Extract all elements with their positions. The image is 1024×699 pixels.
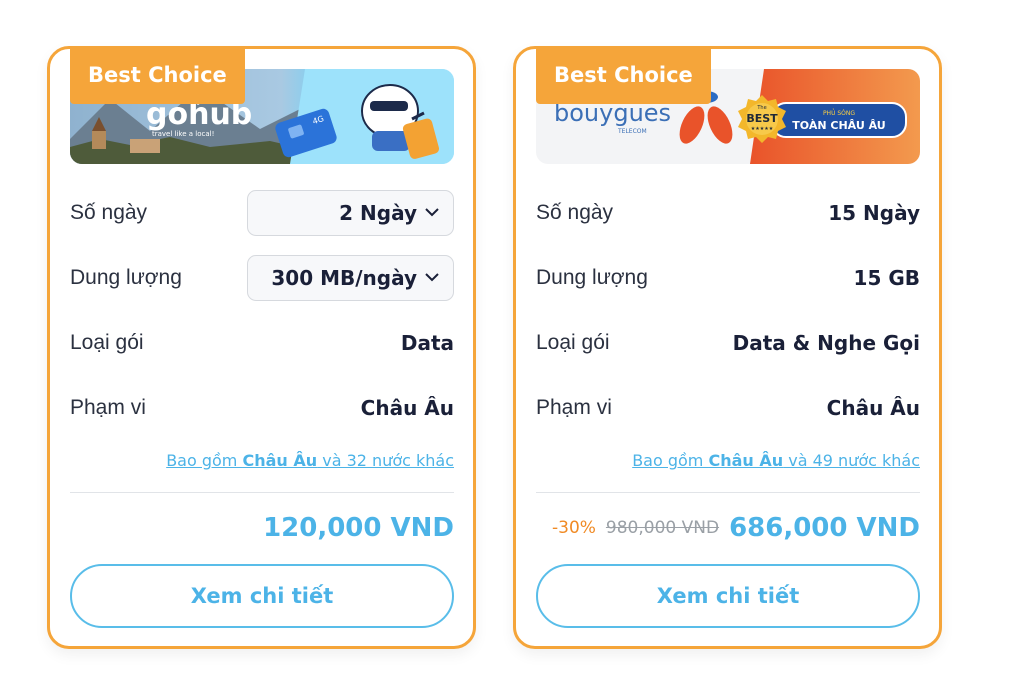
data-volume-label: Dung lượng [536,266,648,289]
product-card-gohub[interactable]: Best Choice 4G gohub travel like a local… [47,46,476,649]
gohub-tagline: travel like a local! [152,130,214,138]
package-type-row: Loại gói Data & Nghe Gọi [536,319,920,367]
product-card-bouygues[interactable]: Best Choice bouygues TELECOM PHỦ SÓNG TO… [513,46,942,649]
data-volume-select[interactable]: 300 MB/ngày [247,255,454,301]
coverage-link[interactable]: Bao gồm Châu Âu và 32 nước khác [70,451,454,470]
coverage-link-prefix: Bao gồm [166,451,243,470]
data-volume-label: Dung lượng [70,266,182,289]
days-label: Số ngày [536,201,614,224]
view-details-button[interactable]: Xem chi tiết [70,564,454,628]
bouygues-logo-sub: TELECOM [617,128,647,135]
data-volume-value: 15 GB [853,266,920,290]
price: 686,000 VND [729,513,920,543]
data-volume-row: Dung lượng 15 GB [536,254,920,302]
discount-badge: -30% [552,518,596,538]
coverage-link-region: Châu Âu [708,451,784,470]
days-label: Số ngày [70,201,148,224]
days-select-value: 2 Ngày [339,201,417,225]
coverage-link[interactable]: Bao gồm Châu Âu và 49 nước khác [536,451,920,470]
price-row: -30% 980,000 VND 686,000 VND [536,507,920,549]
package-type-label: Loại gói [70,331,144,354]
coverage-link-prefix: Bao gồm [632,451,709,470]
coverage-area-value: Châu Âu [360,396,454,420]
seal-stars: ★★★★★ [751,126,774,132]
coverage-link-suffix: và 49 nước khác [783,451,920,470]
days-row: Số ngày 2 Ngày [70,189,454,237]
old-price: 980,000 VND [605,518,720,538]
coverage-link-region: Châu Âu [242,451,318,470]
chevron-down-icon [425,270,439,286]
coverage-area-label: Phạm vi [536,396,612,419]
package-type-value: Data & Nghe Gọi [732,331,920,355]
price: 120,000 VND [263,513,454,543]
coverage-area-label: Phạm vi [70,396,146,419]
best-choice-badge: Best Choice [536,46,711,104]
chevron-down-icon [425,205,439,221]
divider [70,492,454,493]
seal-top-text: The [756,105,766,111]
coverage-area-value: Châu Âu [826,396,920,420]
divider [536,492,920,493]
coverage-area-row: Phạm vi Châu Âu [536,384,920,432]
ribbon-main-text: TOÀN CHÂU ÂU [792,119,885,132]
coverage-link-suffix: và 32 nước khác [317,451,454,470]
days-value: 15 Ngày [828,201,920,225]
days-select[interactable]: 2 Ngày [247,190,454,236]
seal-main-text: BEST [746,112,778,125]
data-volume-row: Dung lượng 300 MB/ngày [70,254,454,302]
coverage-area-row: Phạm vi Châu Âu [70,384,454,432]
ribbon-small-text: PHỦ SÓNG [823,109,855,117]
package-type-row: Loại gói Data [70,319,454,367]
price-row: 120,000 VND [70,507,454,549]
view-details-button[interactable]: Xem chi tiết [536,564,920,628]
package-type-value: Data [400,331,454,355]
best-choice-badge: Best Choice [70,46,245,104]
data-volume-select-value: 300 MB/ngày [271,266,417,290]
days-row: Số ngày 15 Ngày [536,189,920,237]
package-type-label: Loại gói [536,331,610,354]
